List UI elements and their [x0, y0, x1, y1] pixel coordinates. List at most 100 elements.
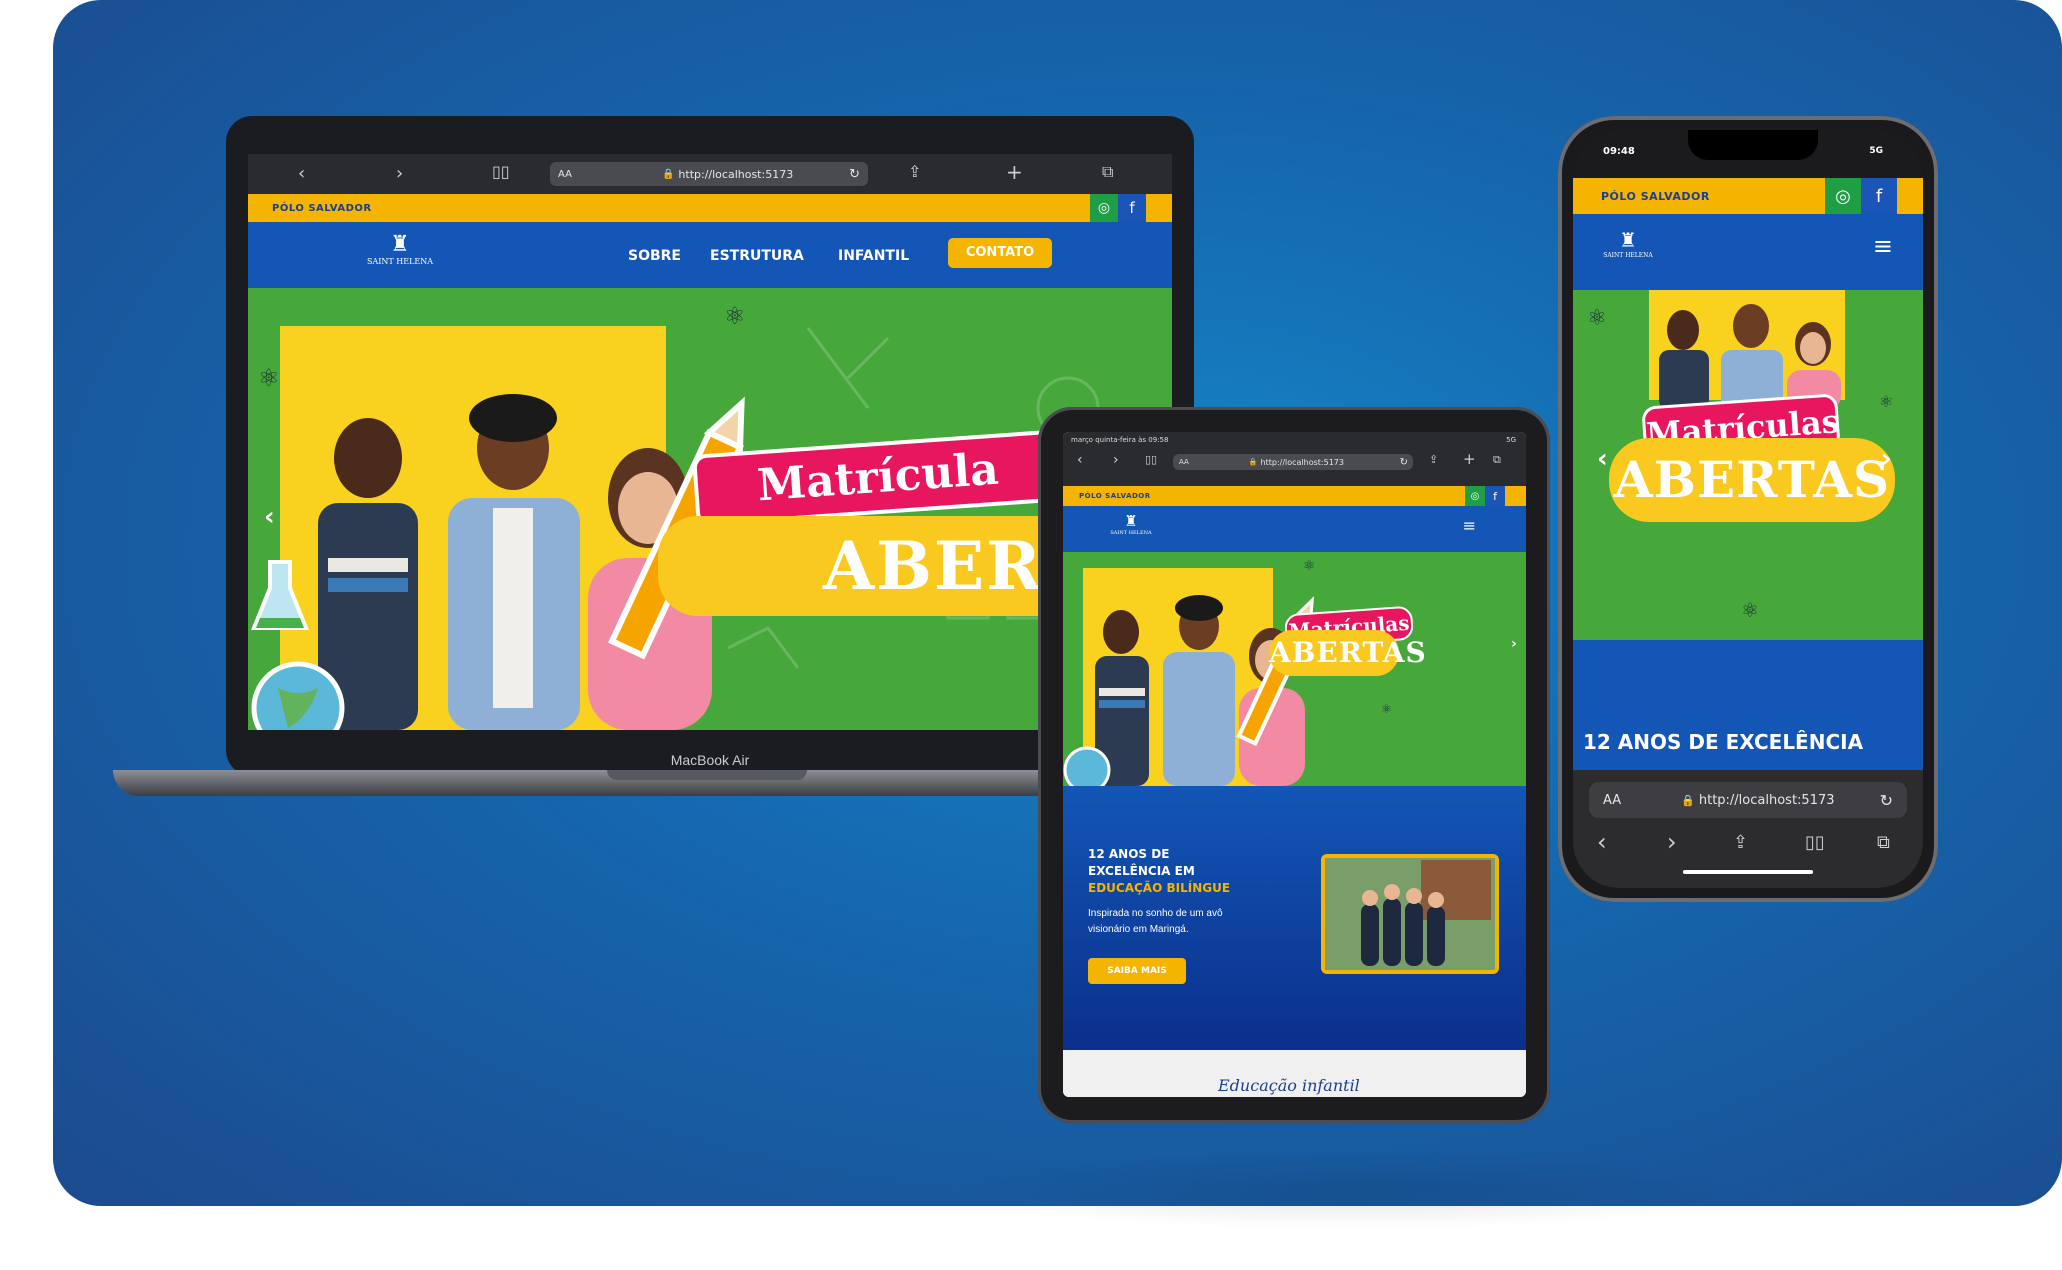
instagram-icon[interactable]: ◎	[1465, 486, 1485, 506]
share-icon[interactable]: ⇪	[1733, 832, 1748, 853]
facebook-icon[interactable]: f	[1118, 194, 1146, 222]
status-signal: 5G	[1506, 436, 1516, 444]
phone-about-heading: 12 ANOS DE EXCELÊNCIA	[1583, 730, 1864, 754]
tablet-browser-chrome: março quinta-feira às 09:58 5G ‹ › ▯▯ AA…	[1063, 432, 1526, 486]
site-logo[interactable]: ♜ SAINT HELENA	[358, 232, 442, 266]
polo-label: Pólo Salvador	[1601, 189, 1710, 203]
phone-browser-bar: AA 🔒 http://localhost:5173 ↻ ‹ › ⇪ ▯▯ ⧉	[1573, 770, 1923, 888]
chevron-left-icon[interactable]: ‹	[1597, 828, 1607, 856]
contato-button[interactable]: CONTATO	[948, 238, 1052, 268]
carousel-next-arrow[interactable]: ›	[1511, 636, 1517, 652]
plus-icon[interactable]: +	[1463, 450, 1476, 468]
url-text: http://localhost:5173	[1260, 457, 1344, 467]
reload-icon[interactable]: ↻	[1400, 457, 1408, 468]
facebook-icon[interactable]: f	[1485, 486, 1505, 506]
about-section: 12 ANOS DE EXCELÊNCIA EM EDUCAÇÃO BILÍNG…	[1063, 786, 1526, 1050]
phone-notch	[1688, 130, 1818, 160]
flask-sticker	[251, 560, 309, 630]
instagram-icon[interactable]: ◎	[1825, 178, 1861, 214]
atom-icon: ⚛	[1303, 558, 1316, 574]
url-text: http://localhost:5173	[678, 167, 794, 181]
hero-banner: ⚛ ⚛ ‹ Matrícula ABERT	[248, 288, 1172, 730]
crest-icon: ♜	[1619, 228, 1637, 252]
carousel-prev-arrow[interactable]: ‹	[264, 502, 275, 532]
hero-banner: ⚛ ⚛ Matrículas ABERTAS ›	[1063, 552, 1526, 786]
main-nav: ♜ SAINT HELENA ≡	[1063, 506, 1526, 552]
text-size-button[interactable]: AA	[558, 169, 572, 180]
hero-banner: ⚛ ⚛ ⚛ Matrículas ABERTAS ‹ ›	[1573, 290, 1923, 640]
logo-name: SAINT HELENA	[1603, 252, 1653, 259]
atom-icon: ⚛	[1587, 306, 1607, 331]
chevron-left-icon[interactable]: ‹	[1077, 452, 1083, 468]
atom-icon: ⚛	[1741, 598, 1759, 622]
infantil-section: Educação infantil	[1063, 1050, 1526, 1097]
book-icon[interactable]: ▯▯	[1805, 832, 1825, 853]
atom-icon: ⚛	[724, 302, 746, 330]
tabs-icon[interactable]: ⧉	[1493, 453, 1501, 467]
school-photo	[1321, 854, 1499, 974]
menu-icon[interactable]: ≡	[1873, 232, 1893, 260]
atom-icon: ⚛	[1879, 392, 1894, 411]
status-time: março quinta-feira às 09:58	[1071, 436, 1169, 444]
crest-icon: ♜	[390, 232, 410, 257]
book-icon[interactable]: ▯▯	[1145, 453, 1157, 466]
url-bar[interactable]: AA 🔒 http://localhost:5173 ↻	[1173, 454, 1413, 470]
crest-icon: ♜	[1124, 512, 1138, 530]
infantil-heading: Educação infantil	[1218, 1076, 1360, 1095]
top-bar: Pólo Salvador	[1063, 486, 1526, 506]
text-size-button[interactable]: AA	[1603, 793, 1621, 808]
nav-sobre[interactable]: SOBRE	[628, 248, 681, 264]
atom-icon: ⚛	[258, 364, 280, 392]
instagram-icon[interactable]: ◎	[1090, 194, 1118, 222]
saiba-mais-button[interactable]: SAIBA MAIS	[1088, 958, 1186, 984]
atom-icon: ⚛	[1381, 702, 1392, 716]
chevron-right-icon[interactable]: ›	[1113, 452, 1119, 468]
about-desc-line2: visionário em Maringá.	[1088, 924, 1189, 935]
main-nav: ♜ SAINT HELENA ≡	[1573, 214, 1923, 290]
students-photo	[1659, 304, 1841, 410]
hero-tag-abertas: ABERTAS	[1609, 438, 1895, 522]
drop-shadow	[950, 1150, 1750, 1230]
status-time: 09:48	[1603, 146, 1635, 157]
share-icon[interactable]: ⇪	[908, 162, 921, 181]
book-icon[interactable]: ▯▯	[492, 162, 510, 181]
about-desc-line1: Inspirada no sonho de um avô	[1088, 908, 1223, 919]
laptop-screen: ‹ › ▯▯ AA 🔒 http://localhost:5173 ↻ ⇪ + …	[248, 154, 1172, 730]
lock-icon: 🔒	[1248, 458, 1258, 466]
logo-name: SAINT HELENA	[366, 257, 434, 266]
site-logo[interactable]: ♜ SAINT HELENA	[1593, 228, 1663, 259]
device-label: MacBook Air	[670, 752, 750, 768]
text-size-button[interactable]: AA	[1179, 458, 1189, 466]
lock-icon: 🔒	[661, 168, 675, 180]
polo-label: Pólo Salvador	[1079, 492, 1151, 500]
share-icon[interactable]: ⇪	[1429, 453, 1438, 466]
tabs-icon[interactable]: ⧉	[1102, 162, 1113, 182]
menu-icon[interactable]: ≡	[1463, 516, 1476, 535]
reload-icon[interactable]: ↻	[1880, 791, 1893, 810]
about-heading-line1: 12 ANOS DE	[1088, 847, 1170, 861]
url-bar[interactable]: AA 🔒 http://localhost:5173 ↻	[1589, 782, 1907, 818]
url-text: http://localhost:5173	[1698, 792, 1835, 808]
site-logo[interactable]: ♜ SAINT HELENA	[1103, 512, 1159, 536]
chevron-right-icon[interactable]: ›	[396, 163, 403, 184]
logo-name: SAINT HELENA	[1110, 530, 1152, 536]
about-heading-line3: EDUCAÇÃO BILÍNGUE	[1088, 881, 1231, 895]
hero-tag-abertas: ABERTAS	[1269, 630, 1426, 676]
chevron-left-icon[interactable]: ‹	[298, 163, 305, 184]
tabs-icon[interactable]: ⧉	[1877, 832, 1890, 853]
chevron-right-icon[interactable]: ›	[1667, 828, 1677, 856]
carousel-prev-arrow[interactable]: ‹	[1597, 444, 1608, 474]
plus-icon[interactable]: +	[1006, 160, 1023, 184]
facebook-icon[interactable]: f	[1861, 178, 1897, 214]
laptop-hinge	[607, 770, 807, 780]
nav-estrutura[interactable]: ESTRUTURA	[710, 248, 804, 264]
nav-infantil[interactable]: INFANTIL	[838, 248, 909, 264]
about-section: 12 ANOS DE EXCELÊNCIA	[1573, 640, 1923, 770]
url-bar[interactable]: AA 🔒 http://localhost:5173 ↻	[550, 162, 868, 186]
about-heading-line2: EXCELÊNCIA EM	[1088, 864, 1195, 878]
top-bar: Pólo Salvador	[248, 194, 1172, 222]
browser-toolbar: ‹ › ▯▯ AA 🔒 http://localhost:5173 ↻ ⇪ + …	[248, 154, 1172, 194]
carousel-next-arrow[interactable]: ›	[1881, 444, 1892, 474]
reload-icon[interactable]: ↻	[849, 167, 860, 182]
lock-icon: 🔒	[1681, 793, 1695, 807]
